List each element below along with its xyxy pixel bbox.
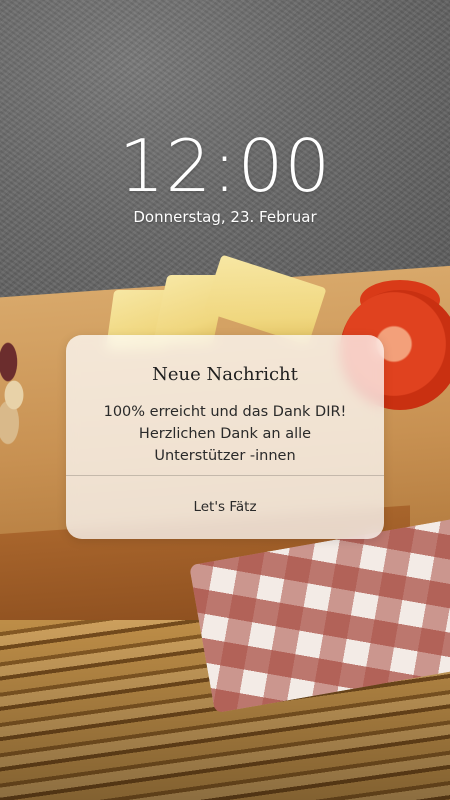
notification-card[interactable]: Neue Nachricht 100% erreicht und das Dan… <box>66 335 384 539</box>
notification-body-line: Herzlichen Dank an alle <box>138 426 312 442</box>
notification-body-line: Unterstützer -innen <box>154 448 296 464</box>
notification-action-button[interactable]: Let's Fätz <box>66 476 384 539</box>
notification-body: 100% erreicht und das Dank DIR! Herzlich… <box>76 401 374 467</box>
lockscreen-clock: 12:00 <box>118 124 332 208</box>
wallpaper-nuts <box>0 340 50 450</box>
lock-screen: 12:00 Donnerstag, 23. Februar Neue Nachr… <box>0 0 450 800</box>
notification-body-line: 100% erreicht und das Dank DIR! <box>103 404 347 420</box>
lockscreen-date: Donnerstag, 23. Februar <box>133 208 317 226</box>
notification-title: Neue Nachricht <box>152 364 298 385</box>
